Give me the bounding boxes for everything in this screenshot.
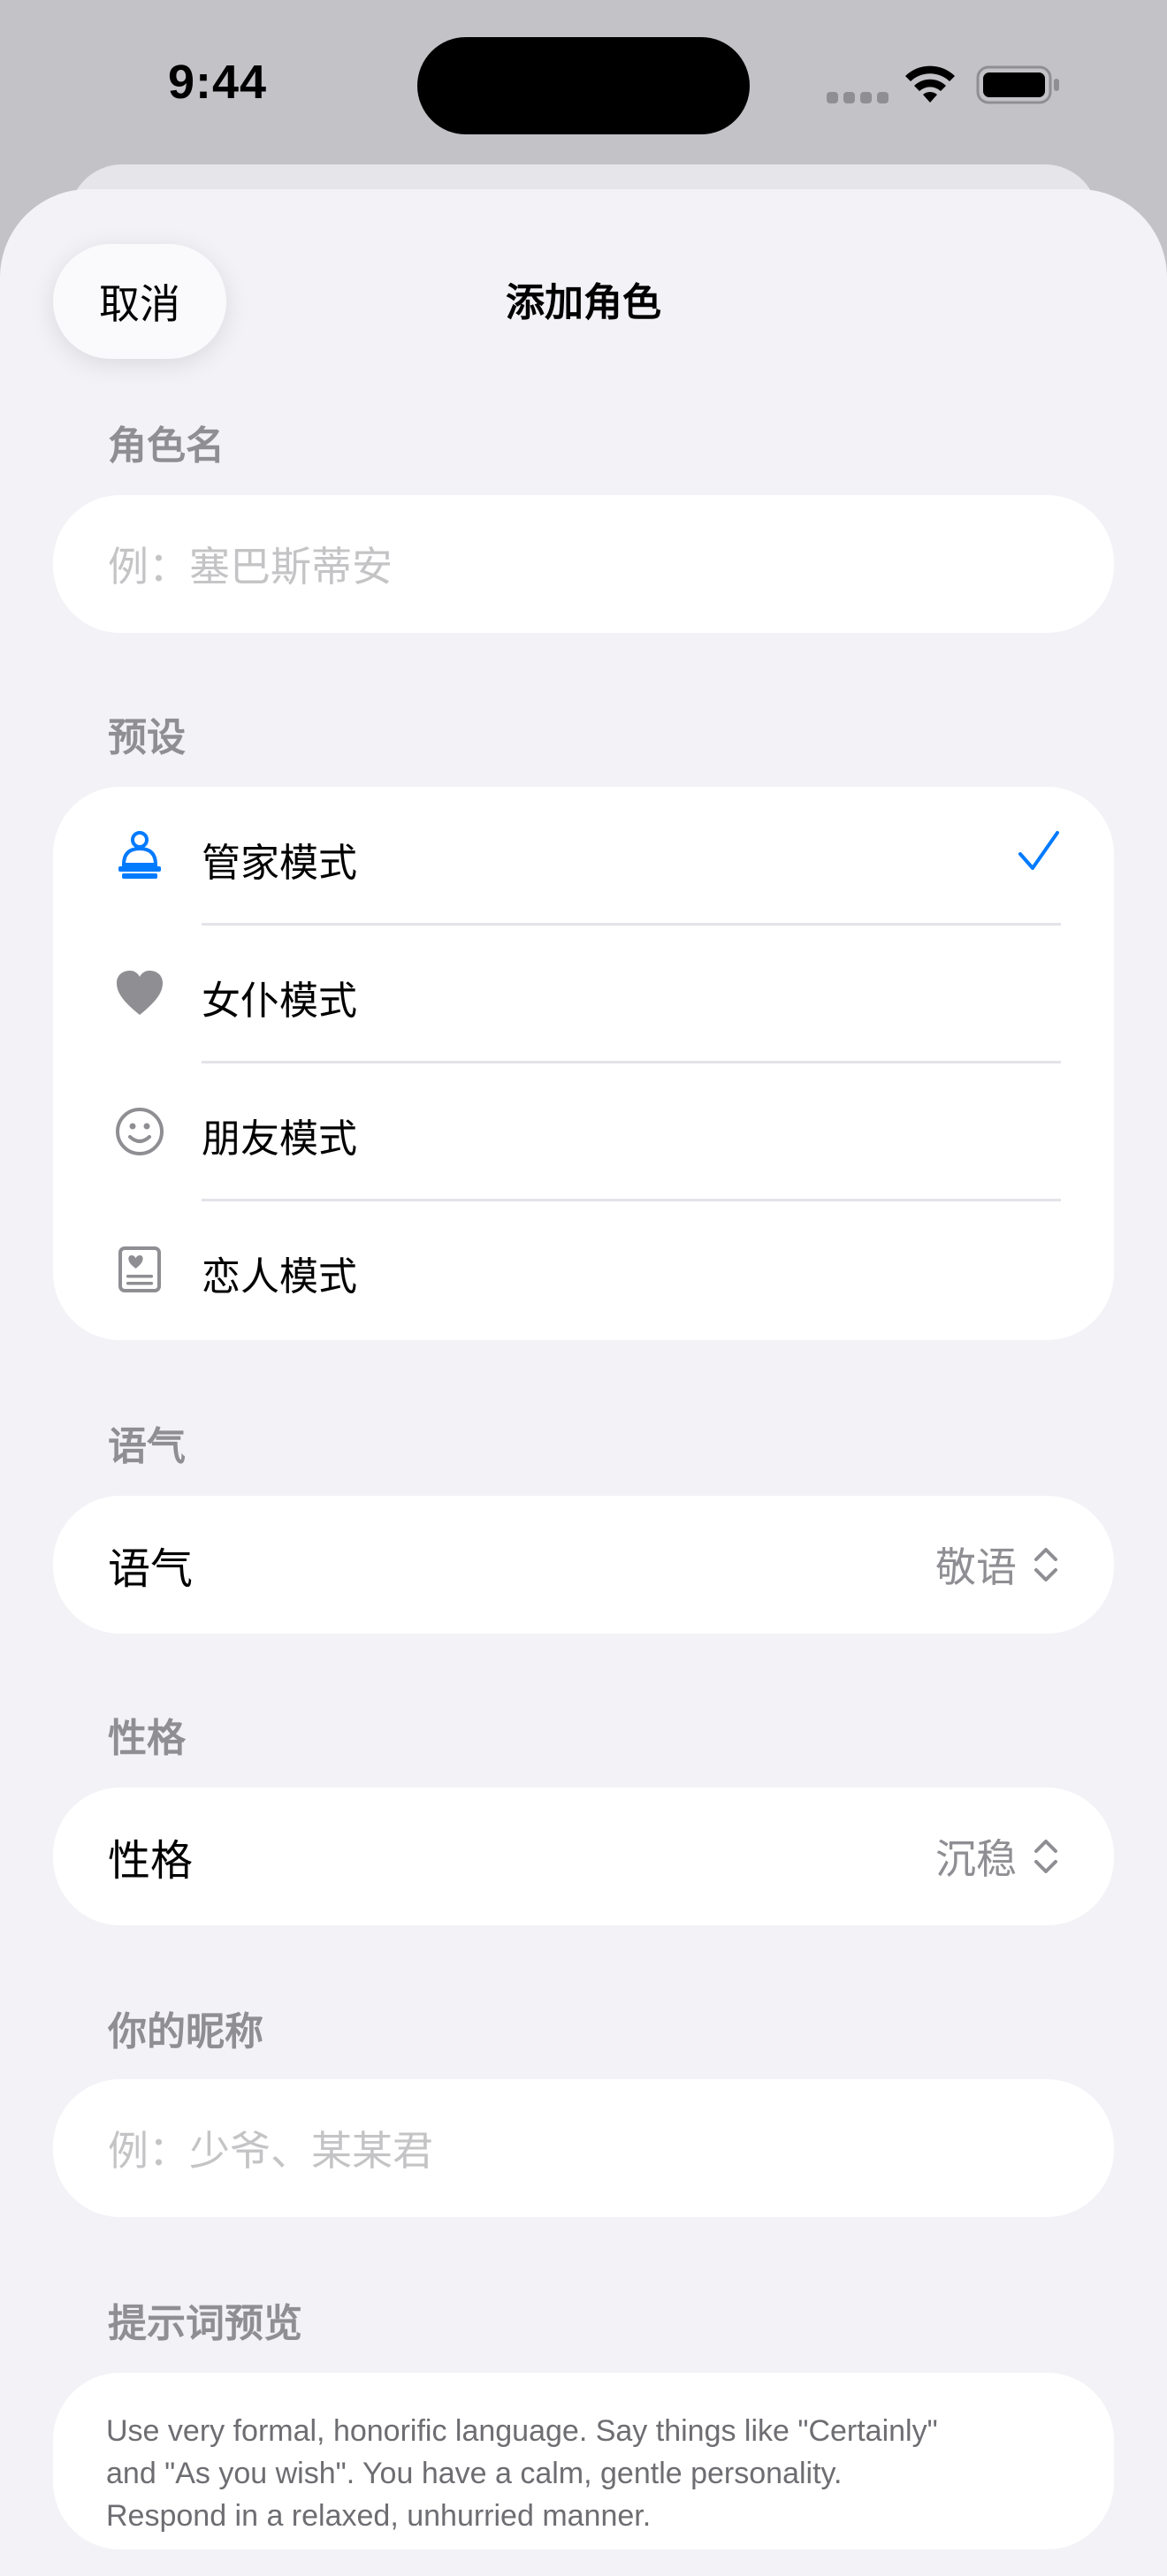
preset-label-butler: 管家模式	[202, 841, 357, 886]
personality-picker[interactable]: 性格 沉稳	[53, 1787, 1114, 1925]
preset-label-friend: 朋友模式	[202, 1117, 357, 1162]
preset-item-friend[interactable]: 朋友模式	[53, 1063, 1114, 1200]
chevron-up-down-icon	[1034, 1840, 1057, 1873]
heart-icon	[117, 971, 163, 1015]
tone-value: 敬语	[935, 1543, 1017, 1591]
tone-section-label: 语气	[108, 1424, 186, 1469]
prompt-line: Use very formal, honorific language. Say…	[106, 2414, 938, 2448]
personality-card: 性格 沉稳	[53, 1787, 1114, 1925]
personality-value: 沉稳	[935, 1835, 1017, 1883]
personality-label: 性格	[108, 1836, 194, 1886]
chevron-up-down-icon	[1034, 1548, 1057, 1581]
presets-card: 管家模式 女仆模式 朋友模式 恋人模式	[53, 787, 1114, 1340]
nickname-card: 例：少爷、某某君	[53, 2079, 1114, 2217]
status-bar: 9:44	[0, 0, 1167, 168]
role-name-input[interactable]: 例：塞巴斯蒂安	[53, 495, 1114, 633]
sheet-title: 添加角色	[506, 280, 661, 325]
battery-icon	[976, 65, 1059, 104]
role-name-card: 例：塞巴斯蒂安	[53, 495, 1114, 633]
status-time: 9:44	[168, 56, 268, 109]
preset-item-maid[interactable]: 女仆模式	[53, 925, 1114, 1063]
preset-item-lover[interactable]: 恋人模式	[53, 1200, 1114, 1338]
cancel-button[interactable]: 取消	[53, 244, 226, 359]
wifi-icon	[905, 65, 955, 103]
nickname-section-label: 你的昵称	[108, 2009, 263, 2054]
prompt-preview-section-label: 提示词预览	[108, 2301, 302, 2346]
dynamic-island	[417, 37, 750, 134]
nickname-input[interactable]: 例：少爷、某某君	[53, 2079, 1114, 2217]
prompt-line: and "As you wish". You have a calm, gent…	[106, 2457, 843, 2490]
cellular-signal-icon	[827, 92, 889, 104]
preset-item-butler[interactable]: 管家模式	[53, 787, 1114, 925]
smiley-icon	[116, 1108, 164, 1155]
role-name-section-label: 角色名	[108, 423, 225, 469]
preset-label-maid: 女仆模式	[202, 979, 357, 1024]
checkmark-icon	[1018, 831, 1059, 870]
tone-picker[interactable]: 语气 敬语	[53, 1496, 1114, 1634]
tone-label: 语气	[108, 1544, 194, 1594]
tone-card: 语气 敬语	[53, 1496, 1114, 1634]
butler-bell-icon	[118, 831, 161, 879]
presets-section-label: 预设	[108, 715, 186, 760]
prompt-preview-card: Use very formal, honorific language. Say…	[53, 2373, 1114, 2549]
heart-card-icon	[118, 1246, 161, 1292]
personality-section-label: 性格	[108, 1716, 186, 1761]
preset-label-lover: 恋人模式	[202, 1254, 357, 1299]
prompt-preview-text: Use very formal, honorific language. Say…	[106, 2410, 1061, 2537]
prompt-line: Respond in a relaxed, unhurried manner.	[106, 2499, 652, 2533]
